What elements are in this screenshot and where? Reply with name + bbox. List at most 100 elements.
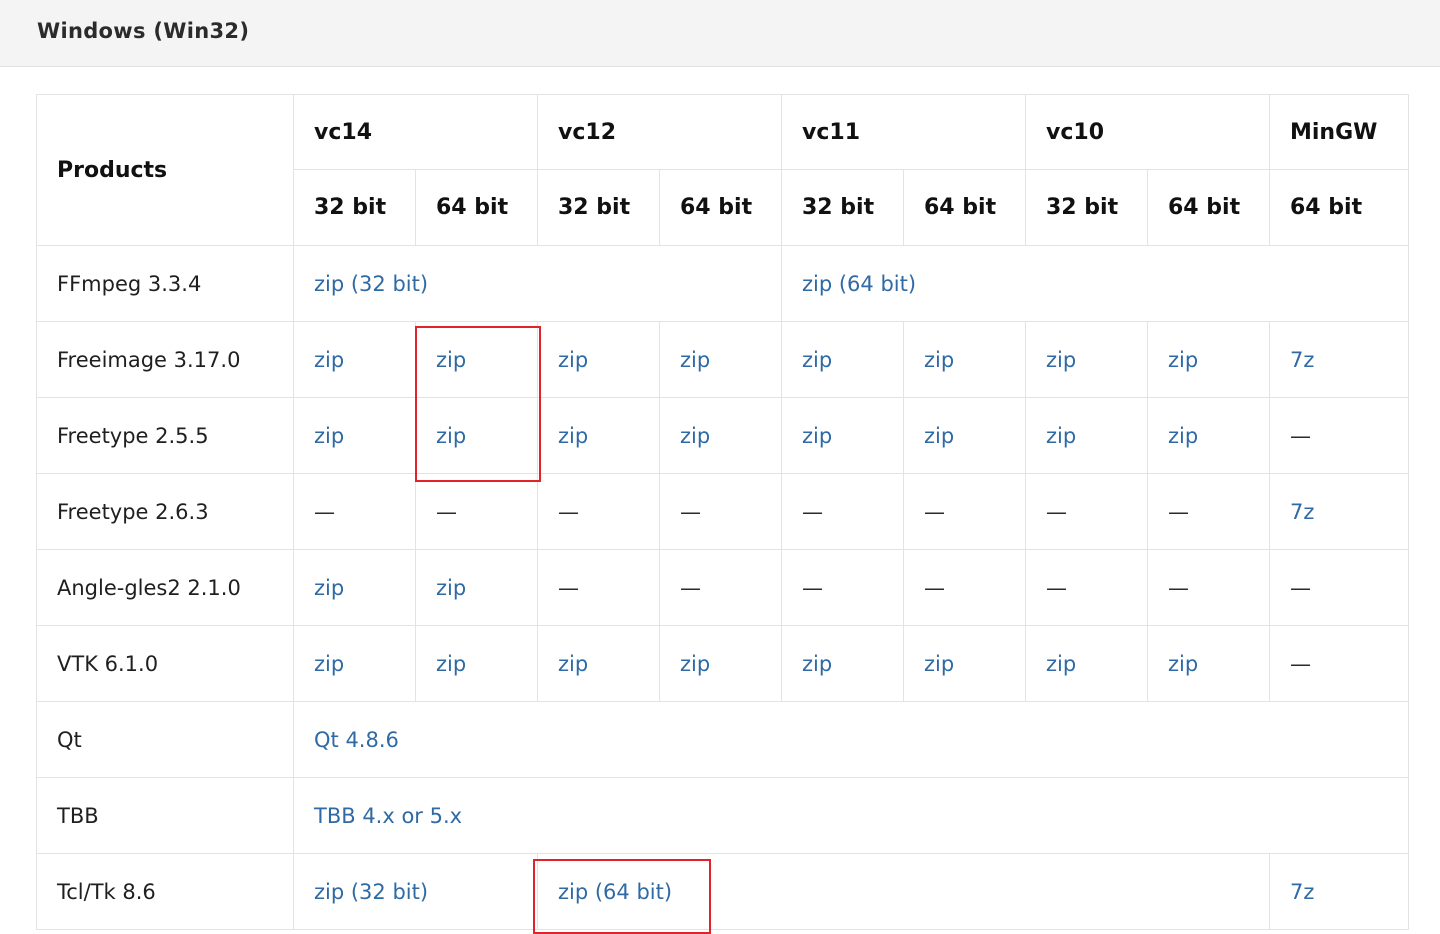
not-available-dash: —	[558, 575, 579, 600]
download-link[interactable]: zip	[802, 424, 832, 448]
download-cell: zip	[293, 625, 416, 702]
download-cell: —	[1269, 549, 1409, 626]
download-link[interactable]: zip	[924, 348, 954, 372]
not-available-dash: —	[680, 499, 701, 524]
download-cell: TBB 4.x or 5.x	[293, 777, 1409, 854]
table-row: Qt Qt 4.8.6	[36, 701, 1409, 778]
group-header-mingw: MinGW	[1269, 94, 1409, 170]
table-row: Tcl/Tk 8.6 zip (32 bit) zip (64 bit) 7z	[36, 853, 1409, 930]
download-link[interactable]: zip	[436, 576, 466, 600]
download-cell: zip	[659, 397, 782, 474]
not-available-dash: —	[924, 575, 945, 600]
download-cell: —	[781, 549, 904, 626]
download-link[interactable]: zip	[1168, 652, 1198, 676]
download-link[interactable]: 7z	[1290, 880, 1314, 904]
download-cell: zip	[781, 397, 904, 474]
download-link[interactable]: TBB 4.x or 5.x	[314, 804, 462, 828]
download-link[interactable]: zip	[924, 424, 954, 448]
download-cell: —	[537, 549, 660, 626]
not-available-dash: —	[1290, 575, 1311, 600]
table-row: VTK 6.1.0 zip zip zip zip zip zip zip zip —	[36, 625, 1409, 702]
bit-header: 32 bit	[293, 169, 416, 246]
download-link[interactable]: zip (32 bit)	[314, 880, 428, 904]
download-link[interactable]: zip	[314, 348, 344, 372]
download-link[interactable]: zip	[436, 652, 466, 676]
download-link[interactable]: zip	[1168, 424, 1198, 448]
download-cell: —	[1269, 625, 1409, 702]
download-link[interactable]: zip	[314, 652, 344, 676]
download-cell: zip	[415, 549, 538, 626]
table-row: Freetype 2.6.3 — — — — — — — — 7z	[36, 473, 1409, 550]
download-link[interactable]: zip	[558, 652, 588, 676]
download-cell: —	[1147, 549, 1270, 626]
bit-header: 64 bit	[415, 169, 538, 246]
download-link[interactable]: zip	[1046, 424, 1076, 448]
download-cell: —	[1147, 473, 1270, 550]
download-cell: zip	[415, 625, 538, 702]
download-link[interactable]: zip	[558, 348, 588, 372]
download-link[interactable]: Qt 4.8.6	[314, 728, 399, 752]
download-link[interactable]: zip	[1168, 348, 1198, 372]
download-cell: zip (64 bit)	[781, 245, 1409, 322]
group-header-vc10: vc10	[1025, 94, 1270, 170]
download-cell: 7z	[1269, 853, 1409, 930]
download-link[interactable]: zip	[680, 652, 710, 676]
download-link[interactable]: zip	[314, 424, 344, 448]
download-cell: —	[293, 473, 416, 550]
download-cell: —	[537, 473, 660, 550]
download-cell: 7z	[1269, 321, 1409, 398]
download-link[interactable]: 7z	[1290, 500, 1314, 524]
bit-header: 64 bit	[903, 169, 1026, 246]
bit-header: 32 bit	[537, 169, 660, 246]
download-cell: zip	[537, 625, 660, 702]
download-link[interactable]: zip	[558, 424, 588, 448]
group-header-row: Products vc14 vc12 vc11 vc10 MinGW	[36, 94, 1409, 246]
download-link[interactable]: zip (32 bit)	[314, 272, 428, 296]
download-link[interactable]: zip	[1046, 348, 1076, 372]
table-row: Freeimage 3.17.0 zip zip zip zip zip zip zip zip…	[36, 321, 1409, 398]
product-name: Qt	[36, 701, 294, 778]
download-cell: —	[659, 549, 782, 626]
product-name: Angle-gles2 2.1.0	[36, 549, 294, 626]
products-header: Products	[36, 94, 294, 246]
product-name: FFmpeg 3.3.4	[36, 245, 294, 322]
download-cell: zip	[537, 321, 660, 398]
download-link[interactable]: zip	[802, 348, 832, 372]
bit-header: 32 bit	[781, 169, 904, 246]
download-cell: zip	[293, 321, 416, 398]
group-header-vc11: vc11	[781, 94, 1026, 170]
download-cell: zip	[1147, 321, 1270, 398]
not-available-dash: —	[558, 499, 579, 524]
download-link[interactable]: zip	[924, 652, 954, 676]
download-cell: zip	[1025, 625, 1148, 702]
product-name: Freeimage 3.17.0	[36, 321, 294, 398]
download-cell: zip	[415, 321, 538, 398]
bit-header: 64 bit	[1269, 169, 1409, 246]
not-available-dash: —	[1046, 575, 1067, 600]
not-available-dash: —	[1046, 499, 1067, 524]
download-link[interactable]: zip (64 bit)	[802, 272, 916, 296]
product-name: Freetype 2.5.5	[36, 397, 294, 474]
download-link[interactable]: zip	[436, 424, 466, 448]
download-cell: —	[1025, 473, 1148, 550]
download-link[interactable]: zip	[314, 576, 344, 600]
download-cell: zip	[903, 397, 1026, 474]
download-cell: 7z	[1269, 473, 1409, 550]
download-link[interactable]: zip	[436, 348, 466, 372]
download-cell: zip	[781, 625, 904, 702]
download-cell: zip	[659, 625, 782, 702]
download-link[interactable]: zip	[1046, 652, 1076, 676]
not-available-dash: —	[1290, 423, 1311, 448]
bit-header: 32 bit	[1025, 169, 1148, 246]
section-header: Windows (Win32)	[0, 0, 1440, 67]
download-link[interactable]: zip	[680, 348, 710, 372]
download-link[interactable]: zip	[802, 652, 832, 676]
not-available-dash: —	[436, 499, 457, 524]
download-cell: Qt 4.8.6	[293, 701, 1409, 778]
download-link[interactable]: zip (64 bit)	[558, 880, 672, 904]
group-header-vc14: vc14	[293, 94, 538, 170]
download-link[interactable]: 7z	[1290, 348, 1314, 372]
product-name: TBB	[36, 777, 294, 854]
download-cell: zip	[1025, 397, 1148, 474]
download-link[interactable]: zip	[680, 424, 710, 448]
